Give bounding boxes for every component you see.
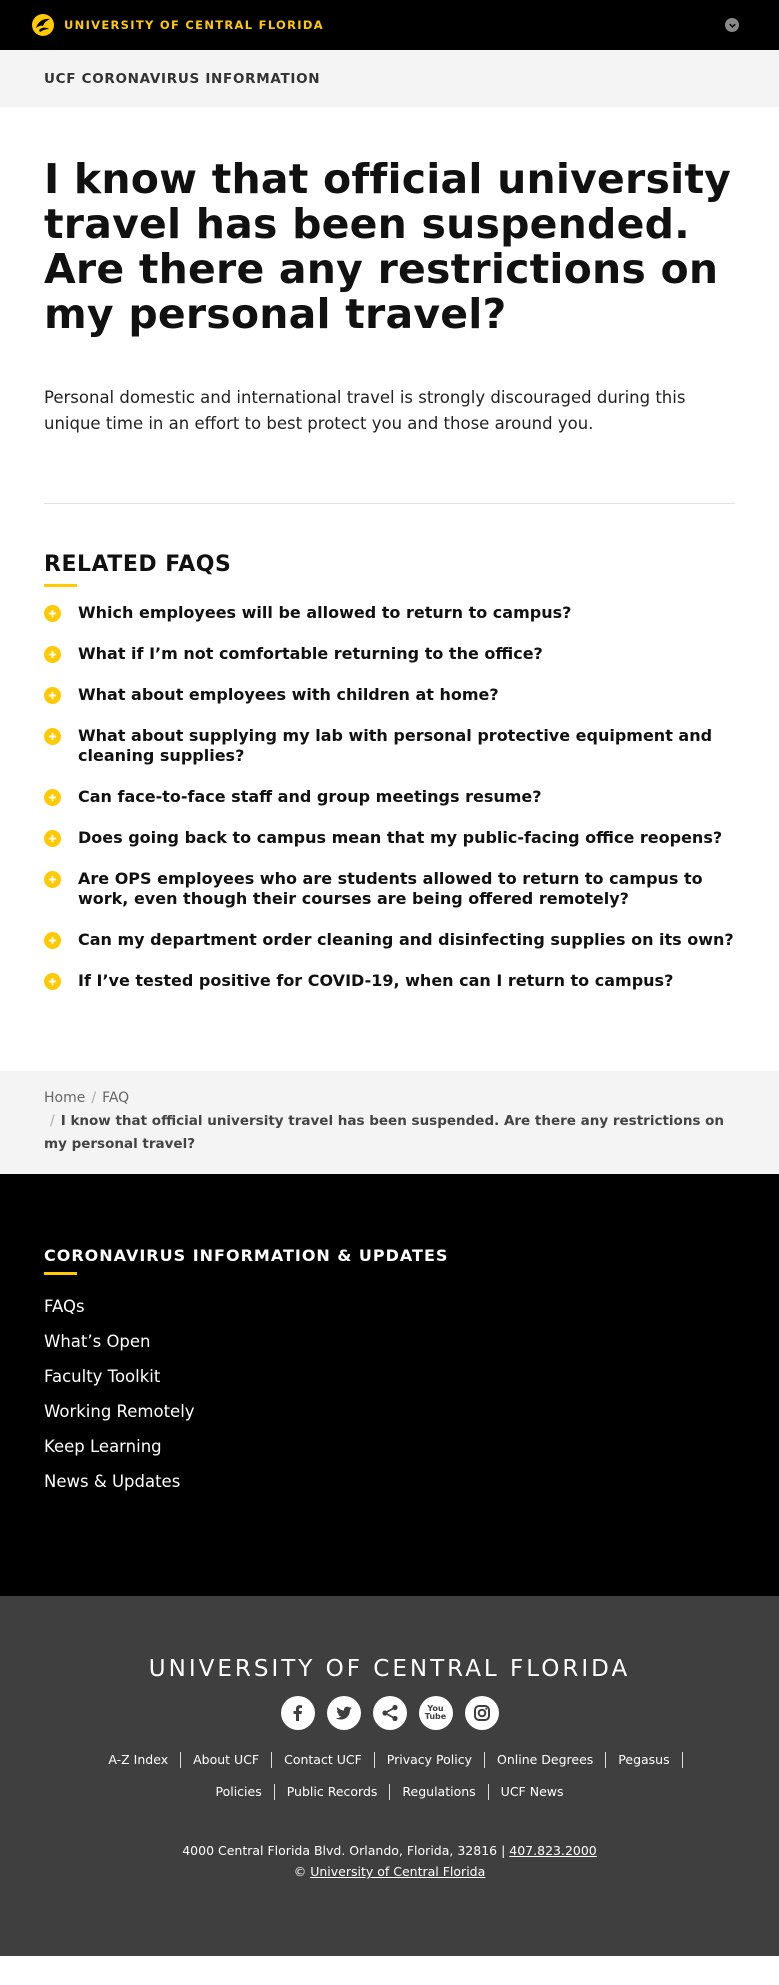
social-links: You Tube (0, 1696, 779, 1730)
twitter-icon[interactable] (326, 1696, 361, 1730)
footer-link-working-remotely[interactable]: Working Remotely (44, 1394, 735, 1429)
plus-circle-icon (44, 789, 61, 806)
faq-question: Can my department order cleaning and dis… (78, 930, 734, 949)
breadcrumb-faq[interactable]: FAQ (102, 1090, 129, 1106)
related-faqs-heading: RELATED FAQS (44, 552, 232, 577)
footer-link-faqs[interactable]: FAQs (44, 1289, 735, 1324)
main-content: I know that official university travel h… (0, 157, 779, 991)
faq-question: Can face-to-face staff and group meeting… (78, 787, 542, 806)
faq-item[interactable]: What about supplying my lab with persona… (44, 726, 735, 766)
plus-circle-icon (44, 728, 61, 745)
breadcrumb-separator: / (91, 1090, 97, 1106)
related-faq-list: Which employees will be allowed to retur… (44, 603, 735, 991)
breadcrumb-separator: / (50, 1113, 55, 1129)
footer-link-faculty-toolkit[interactable]: Faculty Toolkit (44, 1359, 735, 1394)
footer-link-news-updates[interactable]: News & Updates (44, 1464, 735, 1499)
ucf-brand-link[interactable]: UNIVERSITY OF CENTRAL FLORIDA (30, 12, 324, 38)
site-title-link[interactable]: UCF CORONAVIRUS INFORMATION (44, 71, 320, 87)
plus-circle-icon (44, 932, 61, 949)
faq-item[interactable]: Can face-to-face staff and group meeting… (44, 787, 735, 807)
faq-item[interactable]: If I’ve tested positive for COVID-19, wh… (44, 971, 735, 991)
footer-section-title: CORONAVIRUS INFORMATION & UPDATES (44, 1246, 449, 1265)
faq-question: Which employees will be allowed to retur… (78, 603, 572, 622)
faq-item[interactable]: Does going back to campus mean that my p… (44, 828, 735, 848)
faq-item[interactable]: What if I’m not comfortable returning to… (44, 644, 735, 664)
divider (44, 503, 735, 504)
plus-circle-icon (44, 830, 61, 847)
plus-circle-icon (44, 687, 61, 704)
address-block: 4000 Central Florida Blvd. Orlando, Flor… (0, 1840, 779, 1882)
faq-question: What if I’m not comfortable returning to… (78, 644, 543, 663)
youtube-icon[interactable]: You Tube (418, 1696, 453, 1730)
youtube-label-bottom: Tube (424, 1712, 447, 1721)
heading-underline (44, 1272, 77, 1275)
brand-name: UNIVERSITY OF CENTRAL FLORIDA (64, 18, 324, 32)
footer-link-whats-open[interactable]: What’s Open (44, 1324, 735, 1359)
faq-item[interactable]: Can my department order cleaning and dis… (44, 930, 735, 950)
faq-question: Are OPS employees who are students allow… (78, 869, 703, 908)
copyright-symbol: © (293, 1864, 307, 1879)
footer-nav-about-ucf[interactable]: About UCF (181, 1752, 273, 1768)
plus-circle-icon (44, 871, 61, 888)
university-footer: UNIVERSITY OF CENTRAL FLORIDA You Tube A… (0, 1596, 779, 1956)
share-icon[interactable] (372, 1696, 407, 1730)
faq-question: If I’ve tested positive for COVID-19, wh… (78, 971, 674, 990)
footer-nav-row-1: A-Z Index About UCF Contact UCF Privacy … (0, 1752, 779, 1768)
top-bar: UNIVERSITY OF CENTRAL FLORIDA (0, 0, 779, 50)
heading-underline (44, 584, 77, 587)
footer-nav-contact-ucf[interactable]: Contact UCF (272, 1752, 375, 1768)
footer-nav-ucf-news[interactable]: UCF News (489, 1784, 576, 1800)
footer-coronavirus-section: CORONAVIRUS INFORMATION & UPDATES FAQs W… (0, 1174, 779, 1596)
university-name: UNIVERSITY OF CENTRAL FLORIDA (148, 1656, 631, 1682)
breadcrumb: Home / FAQ / I know that official universit… (0, 1071, 779, 1174)
plus-circle-icon (44, 605, 61, 622)
facebook-icon[interactable] (280, 1696, 315, 1730)
faq-question: What about employees with children at ho… (78, 685, 499, 704)
pegasus-logo-icon (32, 14, 54, 36)
breadcrumb-home[interactable]: Home (44, 1090, 85, 1106)
footer-nav-privacy-policy[interactable]: Privacy Policy (375, 1752, 485, 1768)
faq-item[interactable]: Which employees will be allowed to retur… (44, 603, 735, 623)
faq-question: Does going back to campus mean that my p… (78, 828, 723, 847)
instagram-icon[interactable] (464, 1696, 499, 1730)
chevron-down-icon[interactable] (725, 18, 739, 32)
breadcrumb-current: I know that official university travel h… (44, 1113, 725, 1152)
phone-link[interactable]: 407.823.2000 (509, 1843, 596, 1858)
footer-nav-az-index[interactable]: A-Z Index (96, 1752, 182, 1768)
faq-question: What about supplying my lab with persona… (78, 726, 713, 765)
faq-item[interactable]: What about employees with children at ho… (44, 685, 735, 705)
faq-item[interactable]: Are OPS employees who are students allow… (44, 869, 735, 909)
address-text: 4000 Central Florida Blvd. Orlando, Flor… (182, 1843, 506, 1858)
footer-link-list: FAQs What’s Open Faculty Toolkit Working… (44, 1289, 735, 1499)
footer-nav-public-records[interactable]: Public Records (275, 1784, 391, 1800)
footer-link-keep-learning[interactable]: Keep Learning (44, 1429, 735, 1464)
footer-nav-row-2: Policies Public Records Regulations UCF … (0, 1784, 779, 1800)
footer-nav-online-degrees[interactable]: Online Degrees (485, 1752, 607, 1768)
footer-nav-pegasus[interactable]: Pegasus (606, 1752, 683, 1768)
plus-circle-icon (44, 646, 61, 663)
copyright-link[interactable]: University of Central Florida (310, 1864, 485, 1879)
site-subheader: UCF CORONAVIRUS INFORMATION (0, 50, 779, 107)
plus-circle-icon (44, 973, 61, 990)
footer-nav-policies[interactable]: Policies (204, 1784, 275, 1800)
page-title: I know that official university travel h… (44, 155, 732, 338)
answer-text: Personal domestic and international trav… (44, 388, 686, 433)
footer-nav-regulations[interactable]: Regulations (390, 1784, 489, 1800)
